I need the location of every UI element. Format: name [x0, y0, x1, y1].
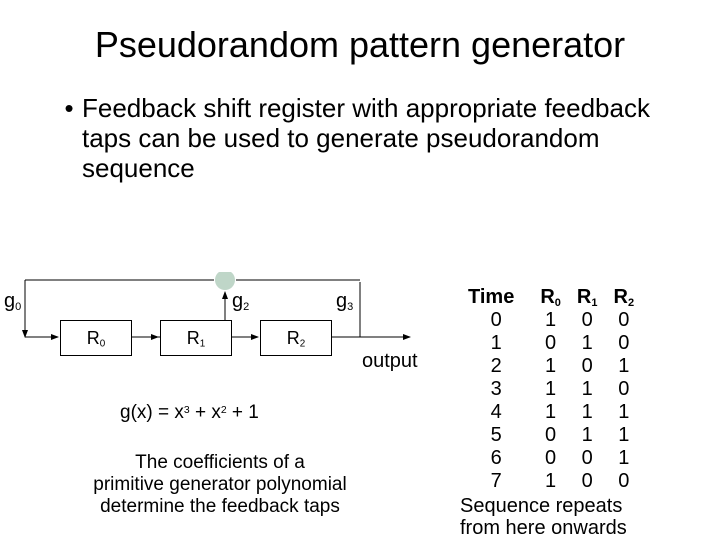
cell-reg: 1	[569, 332, 606, 355]
cell-reg: 1	[532, 470, 569, 493]
cell-reg: 0	[569, 309, 606, 332]
cell-reg: 0	[569, 447, 606, 470]
tap-g3-label: g3	[336, 290, 353, 313]
register-r2: R2	[260, 320, 332, 356]
cell-reg: 1	[532, 309, 569, 332]
sequence-table: Time R0 R1 R2 01001010210131104111501160…	[460, 286, 710, 539]
cell-time: 0	[460, 309, 532, 332]
table-row: 5011	[460, 424, 642, 447]
col-r2: R2	[605, 286, 642, 309]
cell-time: 3	[460, 378, 532, 401]
table-row: 4111	[460, 401, 642, 424]
cell-time: 4	[460, 401, 532, 424]
cell-reg: 0	[532, 332, 569, 355]
generator-polynomial: g(x) = x3 + x2 + 1	[120, 402, 259, 424]
cell-reg: 1	[532, 378, 569, 401]
cell-reg: 0	[605, 470, 642, 493]
col-time: Time	[460, 286, 532, 309]
bullet-block: • Feedback shift register with appropria…	[56, 94, 660, 184]
table-row: 3110	[460, 378, 642, 401]
cell-time: 2	[460, 355, 532, 378]
cell-time: 7	[460, 470, 532, 493]
cell-reg: 0	[605, 378, 642, 401]
cell-reg: 1	[569, 424, 606, 447]
cell-time: 5	[460, 424, 532, 447]
cell-reg: 0	[605, 309, 642, 332]
register-r1: R1	[160, 320, 232, 356]
output-label: output	[362, 350, 418, 373]
cell-reg: 0	[532, 447, 569, 470]
cell-reg: 0	[569, 470, 606, 493]
table-row: 6001	[460, 447, 642, 470]
cell-reg: 0	[532, 424, 569, 447]
cell-reg: 1	[605, 424, 642, 447]
col-r0: R0	[532, 286, 569, 309]
table-row: 2101	[460, 355, 642, 378]
cell-reg: 1	[569, 401, 606, 424]
table-header-row: Time R0 R1 R2	[460, 286, 642, 309]
diagram-caption: The coefficients of a primitive generato…	[70, 452, 370, 518]
table-row: 0100	[460, 309, 642, 332]
cell-reg: 0	[569, 355, 606, 378]
cell-time: 1	[460, 332, 532, 355]
col-r1: R1	[569, 286, 606, 309]
lfsr-diagram: g0 g2 g3 R0 R1 R2 output g(x) = x3 + x2 …	[0, 272, 440, 540]
cell-reg: 1	[605, 401, 642, 424]
table-row: 1010	[460, 332, 642, 355]
cell-reg: 1	[569, 378, 606, 401]
tap-g0-label: g0	[4, 290, 21, 313]
cell-reg: 1	[605, 355, 642, 378]
table-row: 7100	[460, 470, 642, 493]
register-r0: R0	[60, 320, 132, 356]
repeat-note: Sequence repeats from here onwards	[460, 495, 710, 539]
cell-reg: 1	[532, 355, 569, 378]
page-title: Pseudorandom pattern generator	[0, 24, 720, 66]
bullet-text: Feedback shift register with appropriate…	[82, 94, 660, 184]
cell-reg: 1	[532, 401, 569, 424]
cell-time: 6	[460, 447, 532, 470]
cell-reg: 0	[605, 332, 642, 355]
cell-reg: 1	[605, 447, 642, 470]
bullet-dot: •	[56, 94, 82, 124]
tap-g2-label: g2	[232, 290, 249, 313]
